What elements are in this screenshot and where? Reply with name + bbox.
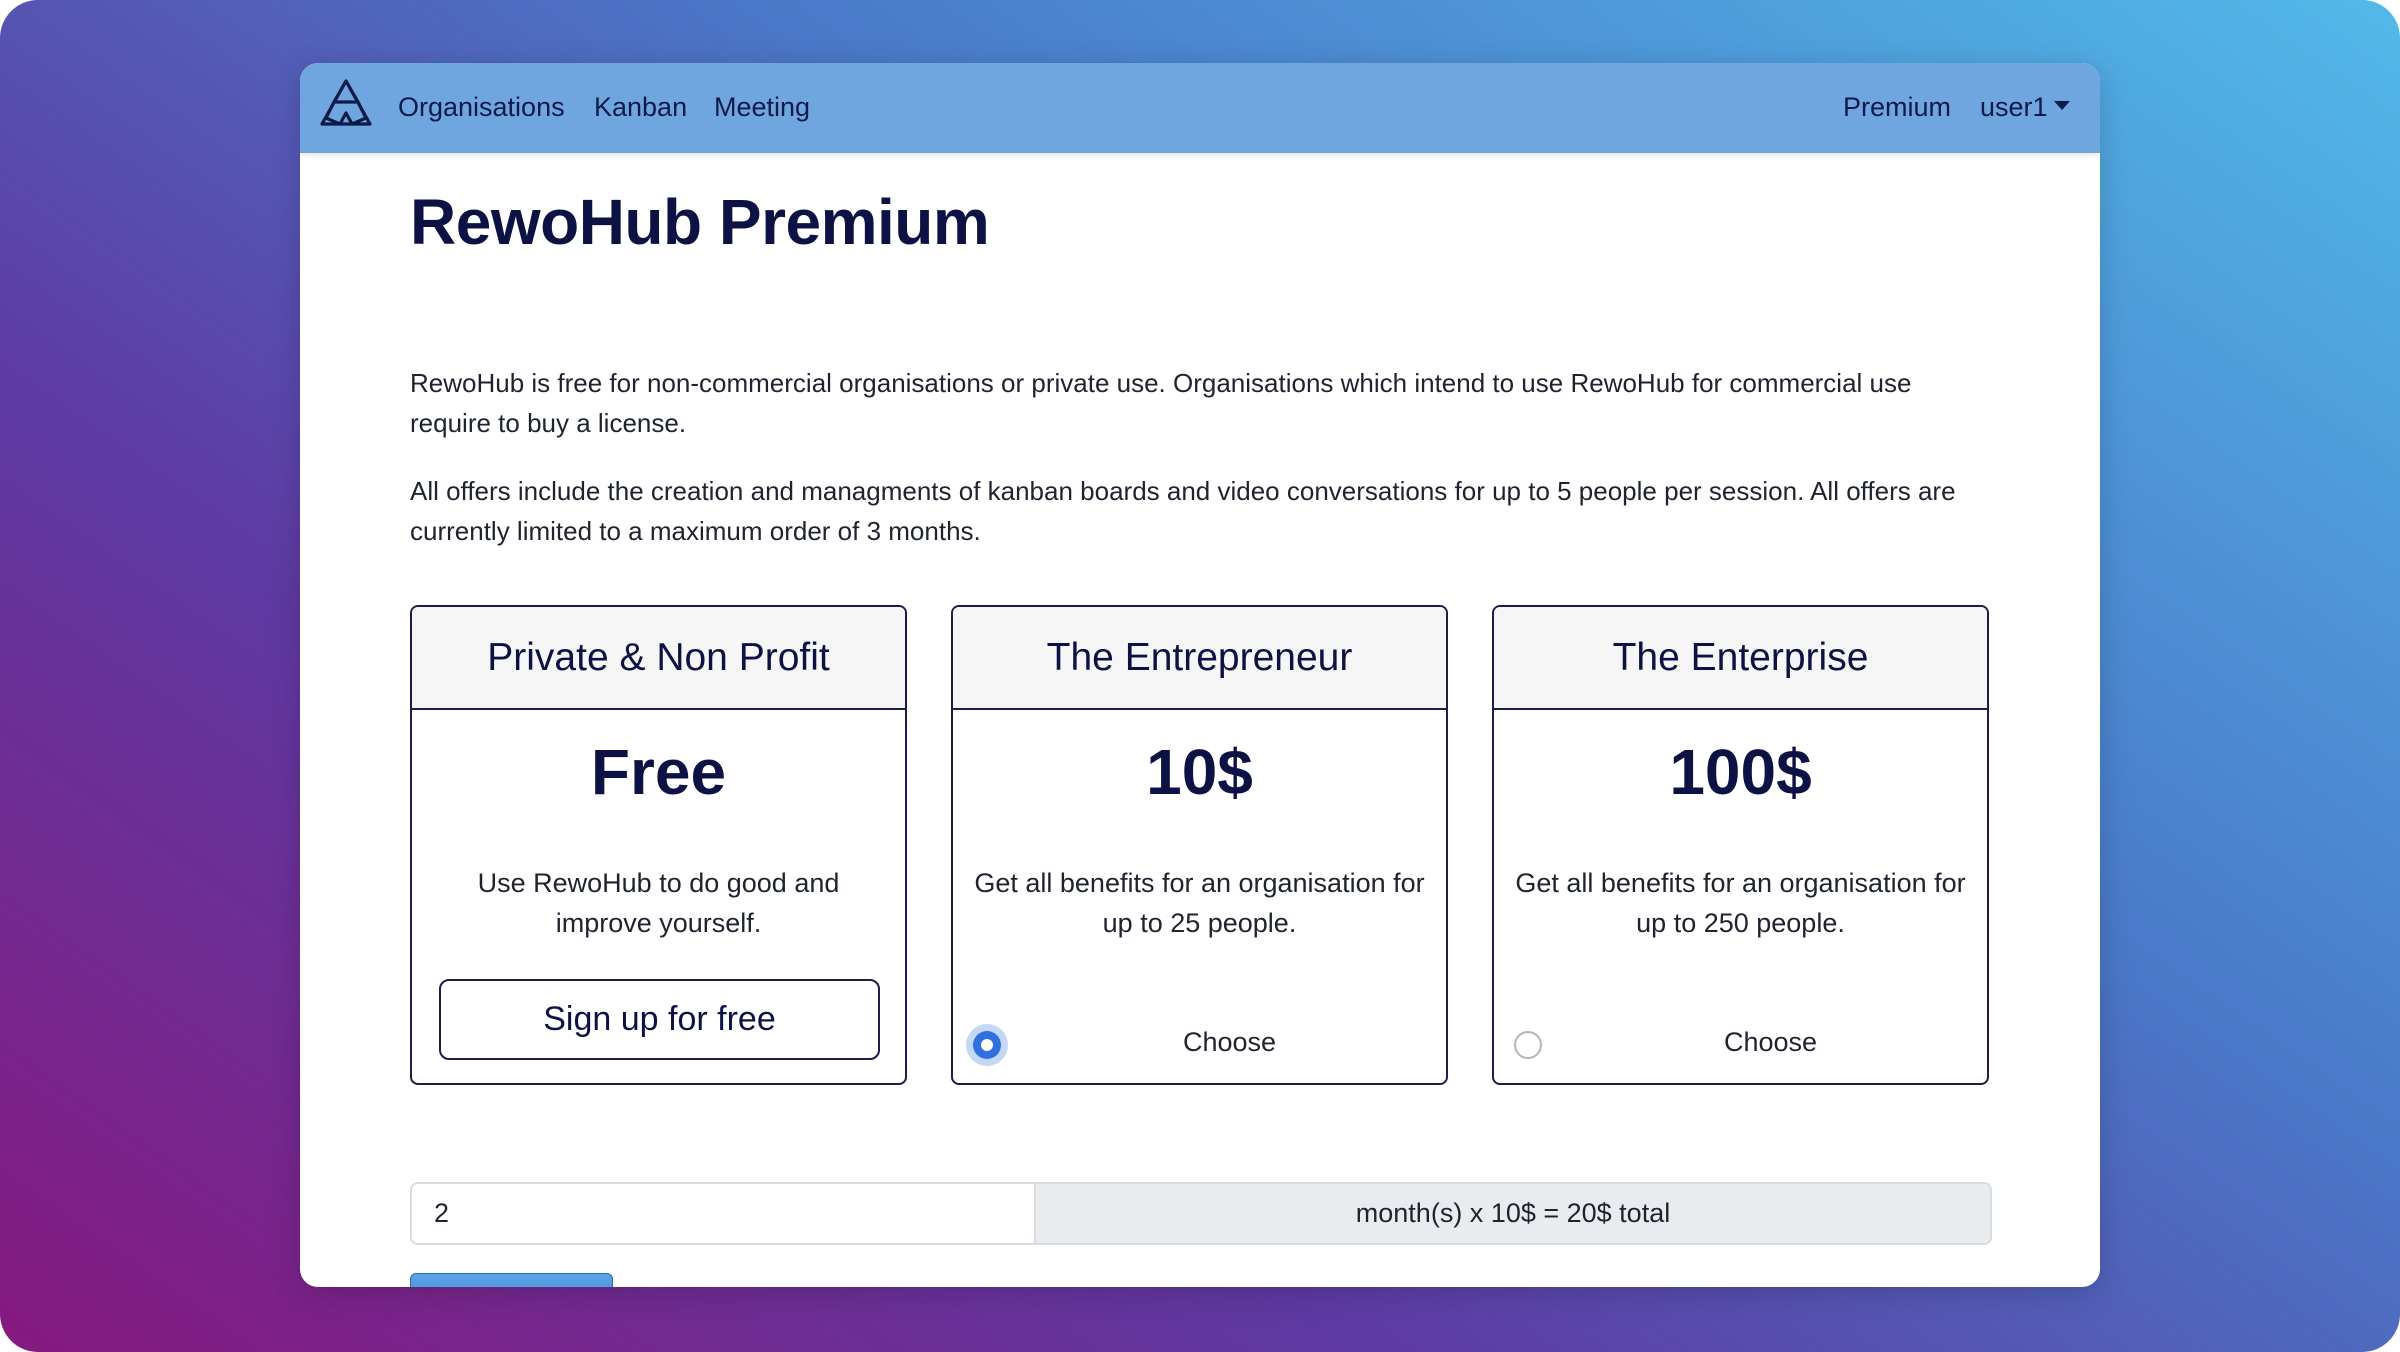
- caret-down-icon: [2053, 101, 2070, 110]
- plan-description: Get all benefits for an organisation for…: [1515, 868, 1966, 938]
- navbar: Organisations Kanban Meeting Premium use…: [300, 63, 2100, 153]
- order-total-text: month(s) x 10$ = 20$ total: [1036, 1184, 1990, 1243]
- plan-card-title: Private & Non Profit: [412, 607, 905, 710]
- user-menu-dropdown[interactable]: user1: [1980, 91, 2070, 123]
- nav-link-premium[interactable]: Premium: [1843, 91, 1951, 123]
- plan-card-entrepreneur: The Entrepreneur 10$ Get all benefits fo…: [951, 605, 1448, 1085]
- plan-card-title: The Enterprise: [1494, 607, 1987, 710]
- intro-paragraph-license: RewoHub is free for non-commercial organ…: [410, 368, 1912, 438]
- nav-link-kanban[interactable]: Kanban: [594, 91, 687, 123]
- pay-with-card-button[interactable]: Pay With Card: [410, 1273, 613, 1287]
- browser-window: Organisations Kanban Meeting Premium use…: [300, 63, 2100, 1287]
- choose-label[interactable]: Choose: [1013, 1027, 1446, 1058]
- nav-link-meeting[interactable]: Meeting: [714, 91, 810, 123]
- plan-card-enterprise: The Enterprise 100$ Get all benefits for…: [1492, 605, 1989, 1085]
- sign-up-free-button[interactable]: Sign up for free: [439, 979, 880, 1060]
- plan-description: Use RewoHub to do good and improve yours…: [477, 868, 840, 938]
- plan-description: Get all benefits for an organisation for…: [974, 868, 1425, 938]
- triangle-logo-icon[interactable]: [319, 78, 373, 128]
- plan-price: Free: [590, 736, 727, 808]
- months-input[interactable]: [412, 1184, 1036, 1243]
- plan-radio-entrepreneur[interactable]: [973, 1031, 1001, 1059]
- plan-radio-enterprise[interactable]: [1514, 1031, 1542, 1059]
- months-input-group: month(s) x 10$ = 20$ total: [410, 1182, 1992, 1245]
- intro-paragraph-offers: All offers include the creation and mana…: [410, 476, 1956, 546]
- plan-card-title: The Entrepreneur: [953, 607, 1446, 710]
- plan-card-private: Private & Non Profit Free Use RewoHub to…: [410, 605, 907, 1085]
- choose-label[interactable]: Choose: [1554, 1027, 1987, 1058]
- plan-price: 10$: [1146, 736, 1253, 808]
- page-title: RewoHub Premium: [410, 186, 990, 258]
- nav-link-organisations[interactable]: Organisations: [398, 91, 565, 123]
- plan-price: 100$: [1669, 736, 1812, 808]
- user-menu-label: user1: [1980, 92, 2048, 122]
